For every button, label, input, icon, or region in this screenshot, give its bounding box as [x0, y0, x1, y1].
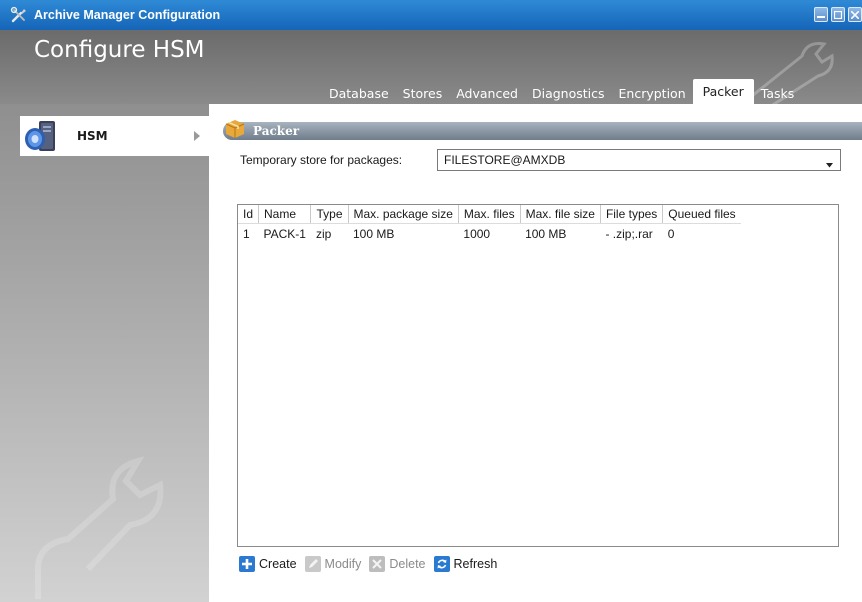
cell-max-file-size: 100 MB: [525, 227, 567, 241]
tab-tasks[interactable]: Tasks: [754, 82, 802, 104]
create-button[interactable]: Create: [239, 556, 297, 572]
column-header-file-types[interactable]: File types: [600, 205, 664, 224]
column-header-type[interactable]: Type: [310, 205, 349, 224]
plus-icon: [239, 556, 255, 572]
page-title: Configure HSM: [34, 37, 205, 63]
temporary-store-value: FILESTORE@AMXDB: [444, 153, 566, 167]
packer-toolbar: Create Modify Delete Refresh: [239, 556, 505, 572]
column-header-max-files[interactable]: Max. files: [458, 205, 521, 224]
create-button-label: Create: [259, 557, 297, 571]
wrench-watermark-icon: [18, 449, 178, 602]
cell-type: zip: [315, 227, 332, 241]
sidebar-item-hsm[interactable]: HSM: [20, 116, 209, 156]
delete-button[interactable]: Delete: [369, 556, 426, 572]
temporary-store-select[interactable]: FILESTORE@AMXDB: [437, 149, 841, 171]
chevron-right-icon: [193, 130, 201, 145]
cell-max-package-size: 100 MB: [353, 227, 395, 241]
refresh-button-label: Refresh: [453, 557, 498, 571]
tab-encryption[interactable]: Encryption: [612, 82, 693, 104]
chevron-down-icon[interactable]: [826, 157, 833, 171]
packer-table[interactable]: Id Name Type Max. package size Max. file…: [237, 204, 839, 547]
title-bar: Archive Manager Configuration: [0, 0, 862, 30]
modify-button[interactable]: Modify: [304, 556, 362, 572]
column-header-max-file-size[interactable]: Max. file size: [520, 205, 601, 224]
tab-packer[interactable]: Packer: [692, 79, 754, 104]
refresh-icon: [433, 556, 450, 572]
cell-max-files: 1000: [463, 227, 491, 241]
page-header: Configure HSM Database Stores Advanced D…: [0, 30, 862, 104]
temporary-store-label: Temporary store for packages:: [240, 153, 403, 167]
column-header-id[interactable]: Id: [238, 205, 260, 224]
cell-queued-files: 0: [667, 227, 675, 241]
minimize-icon[interactable]: [814, 7, 828, 22]
table-header-row: Id Name Type Max. package size Max. file…: [238, 205, 741, 224]
sidebar-item-label: HSM: [77, 129, 108, 143]
window-title: Archive Manager Configuration: [34, 8, 221, 22]
table-row[interactable]: 1 PACK-1 zip 100 MB 1000 100 MB - .zip;.…: [238, 224, 741, 245]
column-header-name[interactable]: Name: [258, 205, 312, 224]
tab-stores[interactable]: Stores: [396, 82, 450, 104]
cell-id: 1: [243, 227, 250, 241]
server-icon: [23, 118, 63, 154]
tools-icon: [10, 6, 28, 24]
pencil-icon: [304, 556, 321, 572]
tab-diagnostics[interactable]: Diagnostics: [525, 82, 612, 104]
column-header-queued-files[interactable]: Queued files: [662, 205, 741, 224]
sidebar: HSM: [0, 104, 209, 602]
delete-icon: [369, 556, 386, 572]
modify-button-label: Modify: [324, 557, 362, 571]
tab-database[interactable]: Database: [322, 82, 396, 104]
store-row: Temporary store for packages:: [240, 133, 402, 167]
tab-bar: Database Stores Advanced Diagnostics Enc…: [322, 78, 801, 104]
refresh-button[interactable]: Refresh: [433, 556, 498, 572]
column-header-max-package-size[interactable]: Max. package size: [348, 205, 459, 224]
main-panel: Packer Temporary store for packages: FIL…: [209, 104, 862, 602]
close-icon[interactable]: [848, 7, 862, 22]
delete-button-label: Delete: [389, 557, 426, 571]
window-controls: [814, 7, 862, 22]
cell-file-types: - .zip;.rar: [605, 227, 653, 241]
maximize-icon[interactable]: [831, 7, 845, 22]
cell-name: PACK-1: [263, 227, 306, 241]
tab-advanced[interactable]: Advanced: [449, 82, 525, 104]
